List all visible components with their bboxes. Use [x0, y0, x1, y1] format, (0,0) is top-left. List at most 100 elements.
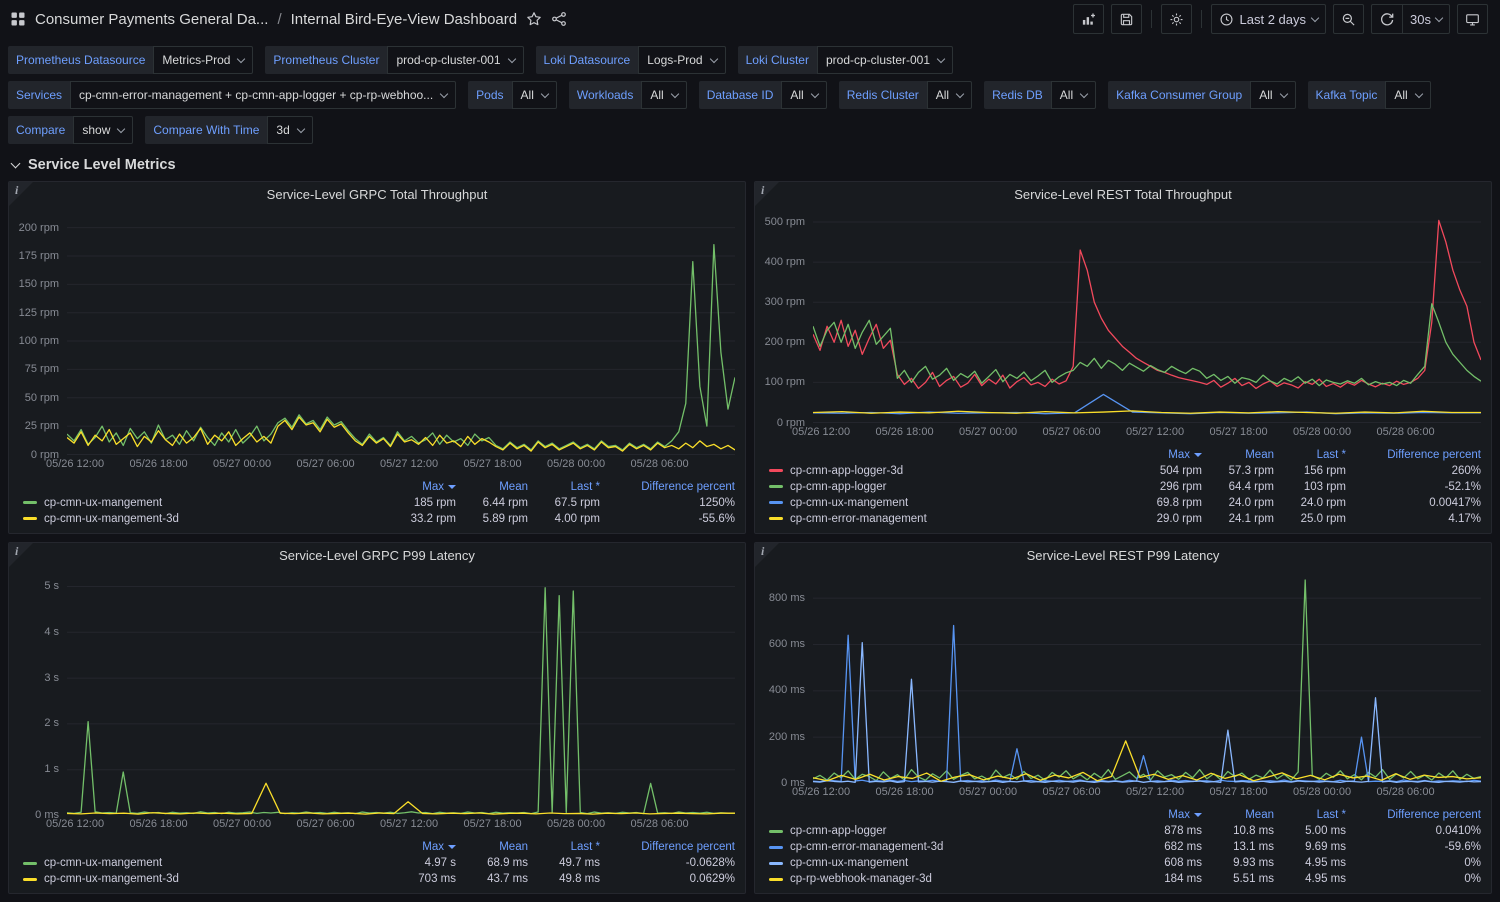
legend-column-header[interactable]: Max — [1112, 449, 1202, 461]
zoom-out-time-button[interactable] — [1333, 4, 1364, 34]
workloads-select[interactable]: All — [641, 81, 686, 109]
y-tick-label: 400 rpm — [765, 256, 805, 268]
chart-plot-area[interactable] — [67, 575, 735, 816]
legend-stat-value: 185 rpm — [366, 497, 456, 509]
legend-column-header[interactable]: Last * — [1274, 449, 1346, 461]
panel-title[interactable]: Service-Level REST Total Throughput — [755, 182, 1491, 208]
prometheus-datasource-select[interactable]: Metrics-Prod — [153, 46, 253, 74]
legend-column-header[interactable]: Max — [1112, 809, 1202, 821]
legend-series-name[interactable]: cp-cmn-ux-mangement-3d — [23, 513, 366, 525]
compare-with-time-select[interactable]: 3d — [267, 116, 312, 144]
redis-cluster-select[interactable]: All — [927, 81, 972, 109]
loki-datasource-select[interactable]: Logs-Prod — [638, 46, 725, 74]
panel-grpc-p99-latency: i Service-Level GRPC P99 Latency 0 ms1 s… — [8, 542, 746, 895]
refresh-button[interactable] — [1372, 5, 1402, 33]
legend-series-name[interactable]: cp-cmn-ux-mangement — [23, 497, 366, 509]
breadcrumb-page-title[interactable]: Internal Bird-Eye-View Dashboard — [291, 11, 518, 28]
loki-cluster-select[interactable]: prod-cp-cluster-001 — [817, 46, 953, 74]
save-dashboard-button[interactable] — [1111, 4, 1142, 34]
chart-plot-area[interactable] — [813, 575, 1481, 784]
legend-stat-value: 25.0 rpm — [1274, 513, 1346, 525]
add-panel-button[interactable] — [1073, 4, 1104, 34]
series-color-swatch — [769, 469, 783, 472]
x-tick-label: 05/28 00:00 — [1293, 426, 1351, 438]
x-axis: 05/26 12:0005/26 18:0005/27 00:0005/27 0… — [813, 786, 1481, 804]
legend-series-name[interactable]: cp-cmn-error-management — [769, 513, 1112, 525]
legend-column-header[interactable]: Last * — [1274, 809, 1346, 821]
legend-stat-value: 0.0629% — [600, 873, 735, 885]
legend-table: MaxMeanLast *Difference percent cp-cmn-ux… — [9, 836, 745, 893]
y-tick-label: 75 rpm — [25, 363, 59, 375]
legend-series-name[interactable]: cp-rp-webhook-manager-3d — [769, 873, 1112, 885]
refresh-interval-dropdown[interactable]: 30s — [1403, 5, 1449, 33]
share-icon[interactable] — [551, 11, 567, 27]
legend-column-header[interactable]: Last * — [528, 481, 600, 493]
redis-db-select[interactable]: All — [1051, 81, 1096, 109]
legend-column-header[interactable]: Mean — [456, 481, 528, 493]
prometheus-cluster-select[interactable]: prod-cp-cluster-001 — [387, 46, 523, 74]
legend-series-name[interactable]: cp-cmn-app-logger — [769, 481, 1112, 493]
panel-title[interactable]: Service-Level REST P99 Latency — [755, 543, 1491, 569]
series-color-swatch — [23, 878, 37, 881]
legend-series-name[interactable]: cp-cmn-ux-mangement-3d — [23, 873, 366, 885]
legend-stat-value: 9.69 ms — [1274, 841, 1346, 853]
apps-grid-icon[interactable] — [10, 11, 26, 27]
y-tick-label: 800 ms — [769, 592, 805, 604]
panel-title[interactable]: Service-Level GRPC P99 Latency — [9, 543, 745, 569]
variable-compare: Compare show — [8, 116, 133, 144]
y-tick-label: 3 s — [44, 672, 59, 684]
legend-column-header[interactable]: Difference percent — [600, 481, 735, 493]
legend-stat-value: 24.1 rpm — [1202, 513, 1274, 525]
panel-info-icon[interactable]: i — [9, 182, 33, 206]
panel-info-icon[interactable]: i — [755, 182, 779, 206]
legend-column-header[interactable]: Last * — [528, 841, 600, 853]
breadcrumb-dashboard-title[interactable]: Consumer Payments General Da... — [35, 11, 268, 28]
grafana-dashboard: Consumer Payments General Da... / Intern… — [0, 0, 1500, 902]
section-title: Service Level Metrics — [28, 157, 176, 173]
x-tick-label: 05/26 12:00 — [46, 818, 104, 830]
legend-series-name[interactable]: cp-cmn-ux-mangement — [769, 857, 1112, 869]
x-tick-label: 05/26 18:00 — [129, 818, 187, 830]
legend-column-header[interactable]: Mean — [1202, 809, 1274, 821]
tv-mode-button[interactable] — [1457, 4, 1488, 34]
series-name-text: cp-cmn-ux-mangement — [44, 497, 162, 509]
chart-plot-area[interactable] — [813, 214, 1481, 423]
pods-select[interactable]: All — [512, 81, 557, 109]
legend-series-name[interactable]: cp-cmn-ux-mangement — [769, 497, 1112, 509]
legend-column-header[interactable]: Difference percent — [1346, 449, 1481, 461]
legend-stat-value: 29.0 rpm — [1112, 513, 1202, 525]
services-select[interactable]: cp-cmn-error-management + cp-cmn-app-log… — [70, 81, 456, 109]
panel-title[interactable]: Service-Level GRPC Total Throughput — [9, 182, 745, 208]
legend-column-header[interactable]: Difference percent — [600, 841, 735, 853]
chevron-down-icon — [507, 54, 515, 62]
legend-column-header[interactable]: Mean — [456, 841, 528, 853]
variable-redis-db: Redis DB All — [984, 81, 1096, 109]
chevron-down-icon — [810, 89, 818, 97]
y-tick-label: 2 s — [44, 717, 59, 729]
time-range-picker-button[interactable]: Last 2 days — [1211, 4, 1327, 34]
kafka-topic-select[interactable]: All — [1385, 81, 1430, 109]
compare-select[interactable]: show — [73, 116, 133, 144]
panel-info-icon[interactable]: i — [755, 543, 779, 567]
legend-series-name[interactable]: cp-cmn-ux-mangement — [23, 857, 366, 869]
series-line — [813, 220, 1481, 388]
kafka-consumer-group-select[interactable]: All — [1250, 81, 1295, 109]
series-color-swatch — [769, 517, 783, 520]
legend-stat-value: 5.51 ms — [1202, 873, 1274, 885]
y-tick-label: 50 rpm — [25, 392, 59, 404]
legend-column-header[interactable]: Max — [366, 841, 456, 853]
legend-stat-value: 57.3 rpm — [1202, 465, 1274, 477]
legend-column-header[interactable]: Mean — [1202, 449, 1274, 461]
panel-info-icon[interactable]: i — [9, 543, 33, 567]
legend-column-header[interactable]: Max — [366, 481, 456, 493]
legend-column-header[interactable]: Difference percent — [1346, 809, 1481, 821]
legend-series-name[interactable]: cp-cmn-app-logger — [769, 825, 1112, 837]
star-icon[interactable] — [526, 11, 542, 27]
dashboard-settings-button[interactable] — [1161, 4, 1192, 34]
gear-icon — [1169, 12, 1184, 27]
legend-series-name[interactable]: cp-cmn-app-logger-3d — [769, 465, 1112, 477]
section-service-level-metrics[interactable]: Service Level Metrics — [0, 147, 1500, 181]
database-id-select[interactable]: All — [781, 81, 826, 109]
chart-plot-area[interactable] — [67, 214, 735, 455]
legend-series-name[interactable]: cp-cmn-error-management-3d — [769, 841, 1112, 853]
